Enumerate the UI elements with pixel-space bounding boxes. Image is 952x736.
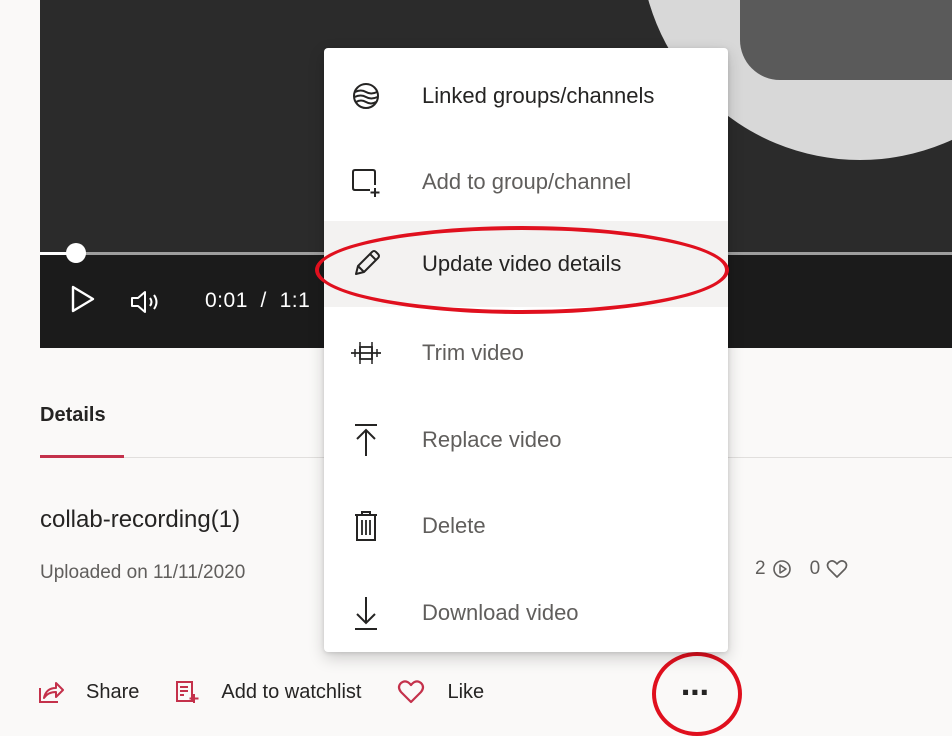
play-icon xyxy=(71,285,95,313)
like-label: Like xyxy=(447,680,485,703)
menu-item-label: Delete xyxy=(422,513,486,538)
linked-globe-icon xyxy=(346,81,386,111)
current-time: 0:01 xyxy=(205,289,248,312)
watchlist-icon xyxy=(175,680,199,704)
menu-item-label: Download video xyxy=(422,600,579,625)
menu-item-download[interactable]: Download video xyxy=(324,570,728,656)
menu-item-replace[interactable]: Replace video xyxy=(324,397,728,483)
playback-time: 0:01 / 1:1 xyxy=(205,289,310,313)
tab-active-indicator xyxy=(40,455,124,458)
share-icon xyxy=(38,680,64,704)
menu-item-linked-groups[interactable]: Linked groups/channels xyxy=(324,53,728,139)
video-frame-shape-inner xyxy=(740,0,952,80)
tab-details[interactable]: Details xyxy=(40,404,106,427)
duration: 1:1 xyxy=(279,289,311,312)
view-count: 2 xyxy=(755,558,766,579)
annotation-ring-more xyxy=(652,652,742,736)
volume-icon xyxy=(131,291,158,313)
heart-icon xyxy=(826,560,848,578)
menu-item-label: Add to group/channel xyxy=(422,169,632,194)
add-to-watchlist-button[interactable]: Add to watchlist xyxy=(175,680,361,704)
menu-item-label: Trim video xyxy=(422,340,524,365)
more-options-menu: Linked groups/channels Add to group/chan… xyxy=(324,48,728,652)
volume-button[interactable] xyxy=(130,290,168,319)
like-count: 0 xyxy=(809,558,821,579)
menu-item-delete[interactable]: Delete xyxy=(324,483,728,569)
share-label: Share xyxy=(86,680,140,703)
watchlist-label: Add to watchlist xyxy=(221,680,362,703)
video-title: collab-recording(1) xyxy=(40,506,241,533)
download-icon xyxy=(346,595,386,631)
progress-thumb[interactable] xyxy=(66,243,87,263)
menu-item-label: Replace video xyxy=(422,427,562,452)
add-to-group-icon xyxy=(346,166,386,198)
trash-icon xyxy=(346,510,386,542)
annotation-ring-update-details xyxy=(315,226,729,314)
upload-arrow-icon xyxy=(346,423,386,457)
heart-icon xyxy=(397,680,425,704)
trim-icon xyxy=(346,340,386,366)
upload-date: Uploaded on 11/11/2020 xyxy=(40,562,246,583)
like-button[interactable]: Like xyxy=(397,680,484,704)
menu-item-add-to-group[interactable]: Add to group/channel xyxy=(324,139,728,225)
time-separator: / xyxy=(260,289,267,312)
video-stats: 2 0 xyxy=(755,558,848,580)
menu-item-label: Linked groups/channels xyxy=(422,83,655,108)
play-button[interactable] xyxy=(70,284,96,319)
share-button[interactable]: Share xyxy=(38,680,139,704)
menu-item-trim[interactable]: Trim video xyxy=(324,310,728,396)
action-bar: Share Add to watchlist Like xyxy=(38,672,520,712)
views-icon xyxy=(772,560,791,578)
